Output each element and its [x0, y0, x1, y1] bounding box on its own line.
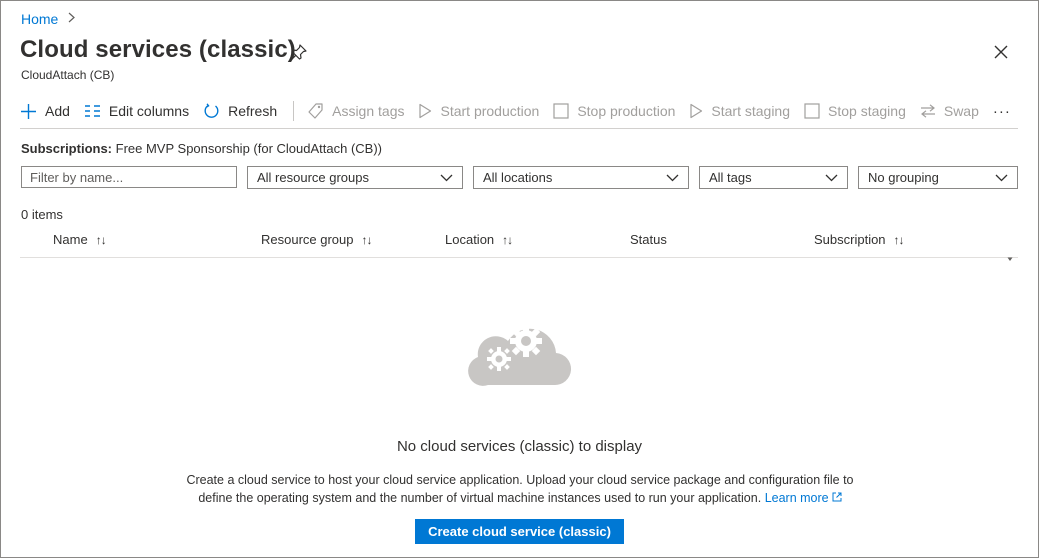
resource-groups-value: All resource groups [257, 170, 369, 185]
refresh-button[interactable]: Refresh [203, 98, 277, 124]
breadcrumb-home-link[interactable]: Home [21, 11, 58, 27]
add-button[interactable]: Add [20, 98, 70, 124]
sort-icon: ↑↓ [361, 232, 373, 247]
cloud-gears-icon [468, 325, 572, 386]
learn-more-link[interactable]: Learn more [765, 491, 842, 505]
items-count: 0 items [21, 207, 63, 222]
tag-icon [308, 102, 323, 119]
swap-button[interactable]: Swap [920, 98, 979, 124]
create-cloud-service-button[interactable]: Create cloud service (classic) [415, 519, 624, 544]
page-title: Cloud services (classic) [20, 36, 296, 63]
close-icon[interactable] [993, 44, 1009, 60]
start-staging-button[interactable]: Start staging [689, 98, 790, 124]
column-header-status[interactable]: Status [630, 232, 667, 247]
grouping-value: No grouping [868, 170, 939, 185]
locations-dropdown[interactable]: All locations [473, 166, 689, 189]
toolbar-separator [293, 101, 295, 121]
pin-icon[interactable] [290, 43, 308, 61]
sort-icon: ↑↓ [893, 232, 905, 247]
learn-more-label: Learn more [764, 491, 829, 505]
assign-tags-label: Assign tags [332, 103, 405, 119]
subscriptions-label: Subscriptions: [21, 141, 113, 156]
column-header-label: Resource group [261, 232, 354, 247]
stop-staging-button[interactable]: Stop staging [804, 98, 906, 124]
column-header-label: Subscription [814, 232, 886, 247]
refresh-label: Refresh [228, 103, 278, 119]
sort-icon: ↑↓ [95, 232, 107, 247]
command-bar-divider [20, 128, 1018, 129]
column-header-label: Status [630, 232, 667, 247]
breadcrumb: Home [21, 11, 76, 27]
empty-state-description-line2: define the operating system and the numb… [198, 491, 762, 505]
start-production-button[interactable]: Start production [418, 98, 539, 124]
start-production-label: Start production [440, 103, 540, 119]
tags-dropdown[interactable]: All tags [699, 166, 848, 189]
column-header-resource-group[interactable]: Resource group ↑↓ [261, 232, 373, 247]
columns-icon [84, 105, 100, 117]
chevron-down-icon [825, 174, 838, 181]
subscriptions-value: Free MVP Sponsorship (for CloudAttach (C… [115, 141, 383, 156]
locations-value: All locations [483, 170, 553, 185]
stop-staging-label: Stop staging [828, 103, 906, 119]
column-header-location[interactable]: Location ↑↓ [445, 232, 513, 247]
table-header-divider [20, 257, 1018, 258]
chevron-down-icon [666, 174, 679, 181]
swap-label: Swap [943, 103, 979, 119]
page-subtitle: CloudAttach (CB) [21, 68, 115, 82]
stop-production-button[interactable]: Stop production [553, 98, 675, 124]
chevron-down-icon [440, 174, 453, 181]
sort-icon: ↑↓ [502, 232, 513, 247]
add-label: Add [45, 103, 70, 119]
swap-icon [920, 104, 935, 118]
column-header-name[interactable]: Name ↑↓ [53, 232, 107, 247]
stop-icon [804, 103, 820, 119]
chevron-down-icon [995, 174, 1008, 181]
column-header-label: Location [445, 232, 495, 247]
edit-columns-label: Edit columns [108, 103, 190, 119]
more-button[interactable]: ··· [993, 98, 1011, 124]
tags-value: All tags [709, 170, 752, 185]
edit-columns-button[interactable]: Edit columns [84, 98, 189, 124]
subscriptions-summary: Subscriptions: Free MVP Sponsorship (for… [21, 141, 382, 156]
chevron-right-icon [68, 12, 76, 26]
more-icon: ··· [992, 102, 1011, 120]
start-staging-label: Start staging [711, 103, 791, 119]
empty-state-title: No cloud services (classic) to display [396, 438, 643, 455]
grouping-dropdown[interactable]: No grouping [858, 166, 1018, 189]
empty-state-description-line1: Create a cloud service to host your clou… [186, 473, 854, 487]
resource-groups-dropdown[interactable]: All resource groups [247, 166, 463, 189]
external-link-icon [832, 492, 842, 502]
scroll-down-icon[interactable] [1007, 257, 1013, 262]
column-header-subscription[interactable]: Subscription ↑↓ [814, 232, 905, 247]
play-icon [419, 103, 432, 119]
stop-icon [553, 103, 569, 119]
assign-tags-button[interactable]: Assign tags [308, 98, 404, 124]
command-bar: Add Edit columns Refresh Assign tags Sta… [20, 98, 1025, 124]
stop-production-label: Stop production [577, 103, 676, 119]
empty-state-description: Create a cloud service to host your clou… [180, 471, 860, 507]
column-header-label: Name [53, 232, 88, 247]
play-icon [690, 103, 703, 119]
filter-by-name-input[interactable] [21, 166, 237, 188]
plus-icon [21, 103, 36, 119]
refresh-icon [204, 102, 219, 118]
